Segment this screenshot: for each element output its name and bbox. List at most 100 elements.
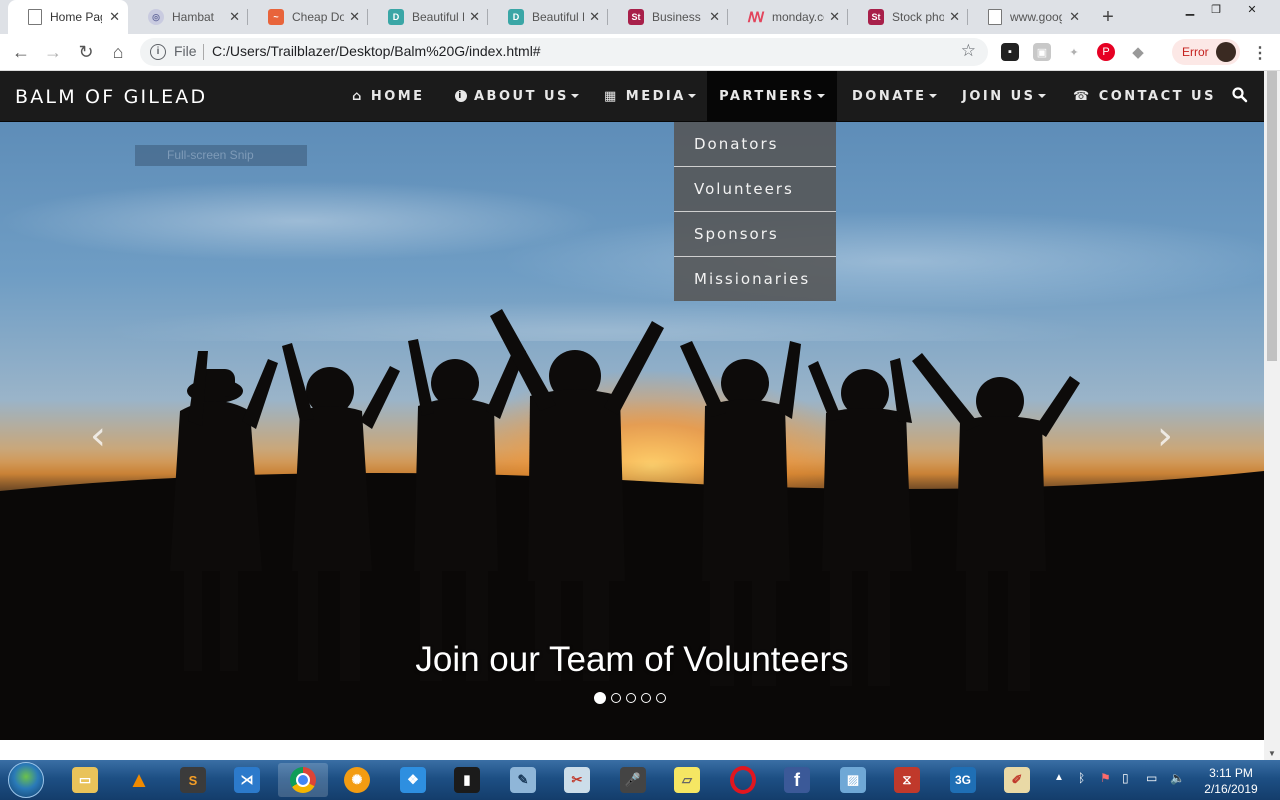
carousel-dot[interactable] xyxy=(626,693,636,703)
vscode-taskbar-icon[interactable]: ⋊ xyxy=(222,763,272,797)
menu-icon[interactable]: ⋮ xyxy=(1252,43,1268,63)
home-icon: ⌂ xyxy=(352,88,364,104)
menu-item-missionaries[interactable]: Missionaries xyxy=(674,257,836,301)
app-taskbar-icon[interactable]: ⧖ xyxy=(882,763,932,797)
app-taskbar-icon[interactable]: ✂ xyxy=(552,763,602,797)
app-taskbar-icon[interactable]: ▮ xyxy=(442,763,492,797)
carousel-next-icon[interactable]: › xyxy=(1150,416,1180,456)
sublime-taskbar-icon[interactable]: S xyxy=(168,763,218,797)
start-button[interactable] xyxy=(8,762,44,798)
close-icon[interactable]: ✕ xyxy=(469,9,480,25)
network-icon[interactable]: ▭ xyxy=(1146,771,1157,785)
nav-join-us[interactable]: JOIN US xyxy=(962,71,1046,121)
app-taskbar-icon[interactable]: ✎ xyxy=(498,763,548,797)
tab-home-page[interactable]: Home Page ✕ xyxy=(8,0,128,34)
app-taskbar-icon[interactable]: 🎤 xyxy=(608,763,658,797)
extension-icon[interactable]: ▣ xyxy=(1033,43,1051,61)
carousel-prev-icon[interactable]: ‹ xyxy=(83,416,113,456)
power-icon[interactable]: ▯ xyxy=(1122,771,1129,785)
paint-taskbar-icon[interactable]: ✐ xyxy=(992,763,1042,797)
explorer-taskbar-icon[interactable]: ▭ xyxy=(60,763,110,797)
carousel-dot[interactable] xyxy=(611,693,621,703)
search-icon[interactable] xyxy=(1231,86,1249,104)
close-icon[interactable]: ✕ xyxy=(709,9,720,25)
extension-icon[interactable]: ✦ xyxy=(1065,43,1083,61)
address-bar[interactable]: i File C:/Users/Trailblazer/Desktop/Balm… xyxy=(140,38,988,66)
url-text[interactable]: C:/Users/Trailblazer/Desktop/Balm%20G/in… xyxy=(212,43,541,59)
extension-icon[interactable]: ▪ xyxy=(1001,43,1019,61)
info-icon[interactable]: i xyxy=(150,44,166,60)
tab-cheap-do[interactable]: ~ Cheap Do ✕ xyxy=(248,0,368,34)
reload-button[interactable]: ↻ xyxy=(75,41,97,63)
nav-donate[interactable]: DONATE xyxy=(852,71,937,121)
phone-icon: ☎ xyxy=(1073,88,1092,104)
film-icon: ▦ xyxy=(604,88,619,104)
nav-home[interactable]: ⌂ HOME xyxy=(352,71,425,121)
menu-item-sponsors[interactable]: Sponsors xyxy=(674,212,836,257)
bluetooth-icon[interactable]: ᛒ xyxy=(1078,771,1085,785)
close-icon[interactable]: ✕ xyxy=(949,9,960,25)
site-brand[interactable]: BALM OF GILEAD xyxy=(15,86,207,108)
forward-button[interactable]: → xyxy=(42,41,64,63)
carousel-dot[interactable] xyxy=(641,693,651,703)
restore-button[interactable]: ❐ xyxy=(1202,0,1230,18)
nav-label: HOME xyxy=(370,88,425,104)
nav-contact-us[interactable]: ☎ CONTACT US xyxy=(1073,71,1216,121)
new-tab-button[interactable]: + xyxy=(1096,5,1120,29)
site-navbar: BALM OF GILEAD ⌂ HOME i ABOUT US ▦ MEDIA… xyxy=(0,71,1264,122)
minimize-button[interactable]: ▁ xyxy=(1176,0,1204,18)
close-icon[interactable]: ✕ xyxy=(229,9,240,25)
nav-label: MEDIA xyxy=(625,88,686,104)
browser-tab-strip: Home Page ✕ ◎ Hambat ✕ ~ Cheap Do ✕ D Be… xyxy=(0,0,1280,34)
chevron-down-icon xyxy=(570,94,579,98)
tab-beautiful-d-1[interactable]: D Beautiful D ✕ xyxy=(368,0,488,34)
3g-modem-taskbar-icon[interactable]: 3G xyxy=(938,763,988,797)
profile-error-button[interactable]: Error xyxy=(1172,39,1240,65)
close-icon[interactable]: ✕ xyxy=(349,9,360,25)
pinterest-icon[interactable]: P xyxy=(1097,43,1115,61)
tray-expand-icon[interactable]: ▲ xyxy=(1054,772,1064,783)
nav-partners[interactable]: PARTNERS xyxy=(707,71,837,121)
vlc-taskbar-icon[interactable]: ▲ xyxy=(114,763,164,797)
menu-item-volunteers[interactable]: Volunteers xyxy=(674,167,836,212)
chrome-taskbar-icon[interactable] xyxy=(278,763,328,797)
home-button[interactable]: ⌂ xyxy=(107,41,129,63)
photos-taskbar-icon[interactable]: ▨ xyxy=(828,763,878,797)
scrollbar-thumb[interactable] xyxy=(1267,71,1277,361)
chart-icon: ~ xyxy=(268,9,284,25)
close-icon[interactable]: ✕ xyxy=(109,9,120,25)
facebook-taskbar-icon[interactable]: f xyxy=(772,763,822,797)
nav-media[interactable]: ▦ MEDIA xyxy=(604,71,696,121)
opera-taskbar-icon[interactable] xyxy=(718,763,768,797)
tab-beautiful-d-2[interactable]: D Beautiful D ✕ xyxy=(488,0,608,34)
carousel-dot[interactable] xyxy=(594,692,606,704)
menu-item-donators[interactable]: Donators xyxy=(674,122,836,167)
bookmark-star-icon[interactable]: ☆ xyxy=(961,41,976,61)
extension-icon[interactable]: ◆ xyxy=(1129,43,1147,61)
partners-dropdown-menu: Donators Volunteers Sponsors Missionarie… xyxy=(674,122,836,301)
app-taskbar-icon[interactable]: ✺ xyxy=(332,763,382,797)
back-button[interactable]: ← xyxy=(10,41,32,63)
page-scrollbar[interactable]: ▼ xyxy=(1264,71,1280,760)
tab-stock-pho[interactable]: St Stock pho ✕ xyxy=(848,0,968,34)
scroll-down-icon[interactable]: ▼ xyxy=(1268,749,1276,758)
nav-label: JOIN US xyxy=(962,88,1036,104)
nav-label: DONATE xyxy=(852,88,927,104)
volume-icon[interactable]: 🔈 xyxy=(1170,771,1185,785)
close-icon[interactable]: ✕ xyxy=(589,9,600,25)
tab-business-p[interactable]: St Business P ✕ xyxy=(608,0,728,34)
tab-hambat[interactable]: ◎ Hambat ✕ xyxy=(128,0,248,34)
carousel-dot[interactable] xyxy=(656,693,666,703)
d-icon: D xyxy=(508,9,524,25)
system-clock[interactable]: 3:11 PM 2/16/2019 xyxy=(1196,765,1266,797)
sticky-notes-taskbar-icon[interactable]: ▱ xyxy=(662,763,712,797)
close-icon[interactable]: ✕ xyxy=(829,9,840,25)
d-icon: D xyxy=(388,9,404,25)
close-icon[interactable]: ✕ xyxy=(1069,9,1080,25)
app-taskbar-icon[interactable]: ❖ xyxy=(388,763,438,797)
tab-www-goog[interactable]: www.goog ✕ xyxy=(968,0,1088,34)
tab-monday[interactable]: ꟿ monday.co ✕ xyxy=(728,0,848,34)
flag-icon[interactable]: ⚑ xyxy=(1100,771,1111,785)
nav-about-us[interactable]: i ABOUT US xyxy=(455,71,579,121)
close-window-button[interactable]: ✕ xyxy=(1232,0,1272,18)
